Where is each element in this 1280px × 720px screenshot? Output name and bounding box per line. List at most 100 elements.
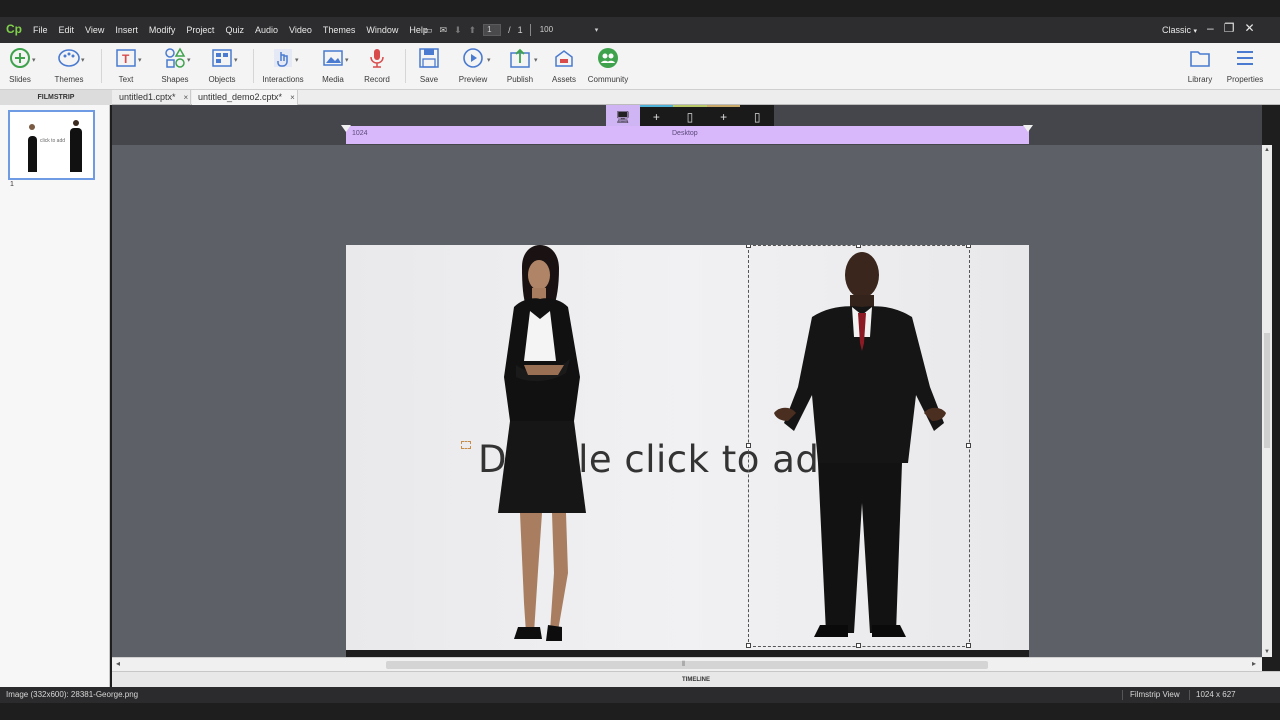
add-breakpoint-icon[interactable]: + — [639, 105, 674, 126]
chevron-down-icon: ▾ — [487, 57, 491, 64]
status-object-info: Image (332x600): 28381-George.png — [6, 690, 139, 699]
tab-label: untitled1.cptx* — [119, 92, 176, 102]
chevron-down-icon: ▾ — [32, 57, 36, 64]
chevron-down-icon: ▾ — [345, 57, 349, 64]
toolbar-separator — [253, 49, 254, 83]
chevron-down-icon: ▾ — [187, 57, 191, 64]
timeline-panel-toggle[interactable]: TIMELINE — [112, 671, 1280, 687]
resize-handle[interactable] — [966, 245, 971, 248]
menu-audio[interactable]: Audio — [255, 25, 278, 35]
community-button[interactable]: Community — [580, 47, 636, 84]
status-project-size: 1024 x 627 — [1196, 690, 1236, 699]
status-view-mode: Filmstrip View — [1130, 690, 1180, 699]
close-icon[interactable]: × — [184, 93, 189, 102]
arrow-up-icon[interactable]: ⬆ — [469, 25, 477, 36]
minimize-icon[interactable]: – — [1207, 21, 1214, 35]
properties-label: Properties — [1226, 75, 1264, 84]
resize-handle[interactable] — [856, 245, 861, 248]
chevron-down-icon: ▾ — [1193, 28, 1198, 35]
slide-canvas[interactable]: Double click to add — [346, 245, 1029, 657]
maximize-icon[interactable]: ❐ — [1224, 21, 1235, 35]
status-separator — [1122, 690, 1123, 700]
thumb-text: click to add — [40, 138, 66, 144]
arrow-down-icon[interactable]: ⬇ — [454, 25, 462, 36]
mail-icon[interactable]: ✉ — [440, 25, 448, 36]
image-icon — [323, 50, 343, 66]
stage-area: 🖥 + ▯ + ▯ 1024 Desktop Double click to a… — [112, 105, 1262, 657]
mobile-view-icon[interactable]: ▯ — [740, 105, 774, 126]
breakpoint-name: Desktop — [672, 130, 698, 137]
captivate-window: Cp File Edit View Insert Modify Project … — [0, 0, 1280, 720]
scroll-thumb[interactable] — [1264, 333, 1270, 448]
interactions-button[interactable]: ▾ Interactions — [255, 47, 311, 84]
scroll-right-icon[interactable]: ▸ — [1252, 659, 1256, 668]
assets-icon — [555, 50, 573, 67]
text-button[interactable]: T ▾ Text — [98, 47, 154, 84]
menu-bar: Cp File Edit View Insert Modify Project … — [0, 17, 1280, 43]
objects-button[interactable]: ▾ Objects — [194, 47, 250, 84]
microphone-icon — [370, 49, 384, 68]
close-icon[interactable]: ✕ — [1244, 21, 1254, 35]
menu-window[interactable]: Window — [366, 25, 398, 35]
slide-view-icon[interactable]: ▭ — [424, 25, 433, 36]
menu-insert[interactable]: Insert — [115, 25, 138, 35]
menu-view[interactable]: View — [85, 25, 104, 35]
resize-handle[interactable] — [856, 643, 861, 648]
app-logo: Cp — [6, 22, 22, 36]
menu-project[interactable]: Project — [186, 25, 214, 35]
save-icon — [419, 48, 439, 68]
interactions-label: Interactions — [262, 75, 304, 84]
menu-video[interactable]: Video — [289, 25, 312, 35]
tab-label: untitled_demo2.cptx* — [198, 92, 283, 102]
resize-handle[interactable] — [746, 443, 751, 448]
breakpoint-handle-left[interactable] — [341, 125, 351, 132]
menu-edit[interactable]: Edit — [59, 25, 75, 35]
chevron-down-icon[interactable]: ▾ — [595, 26, 599, 34]
resize-handle[interactable] — [746, 643, 751, 648]
desktop-view-icon[interactable]: 🖥 — [606, 105, 640, 126]
tab-untitled1[interactable]: untitled1.cptx* × — [113, 90, 191, 105]
slide-number: 1 — [10, 181, 14, 188]
resize-handle[interactable] — [746, 245, 751, 248]
workspace-mode-label: Classic — [1162, 25, 1192, 35]
total-slides: 1 — [517, 25, 523, 35]
device-bar: 🖥 + ▯ + ▯ — [606, 105, 774, 126]
tablet-view-icon[interactable]: ▯ — [673, 105, 707, 126]
text-label: Text — [118, 75, 134, 84]
add-breakpoint-icon[interactable]: + — [706, 105, 741, 126]
menu-modify[interactable]: Modify — [149, 25, 176, 35]
resize-handle[interactable] — [966, 643, 971, 648]
themes-button[interactable]: ▾ Themes — [41, 47, 97, 84]
menu-file[interactable]: File — [33, 25, 48, 35]
close-icon[interactable]: × — [290, 93, 295, 102]
workspace-mode-select[interactable]: Classic ▾ — [1162, 25, 1197, 35]
tab-untitled-demo2[interactable]: untitled_demo2.cptx* × — [192, 90, 298, 105]
scroll-thumb[interactable]: ⦀ — [386, 661, 988, 669]
separator — [529, 24, 531, 36]
play-icon — [463, 48, 483, 68]
breakpoint-ruler[interactable]: 1024 Desktop — [341, 125, 1033, 144]
breakpoint-handle-right[interactable] — [1023, 125, 1033, 132]
record-button[interactable]: Record — [349, 47, 405, 84]
resize-handle[interactable] — [966, 443, 971, 448]
properties-button[interactable]: Properties — [1217, 47, 1273, 84]
grip-icon: ⦀ — [682, 661, 686, 668]
zoom-select[interactable]: 100 — [538, 24, 588, 36]
status-bar: Image (332x600): 28381-George.png Filmst… — [0, 687, 1280, 703]
folder-icon — [1190, 51, 1210, 67]
woman-image[interactable] — [476, 245, 606, 650]
selection-box[interactable] — [746, 245, 971, 648]
window-controls: – ❐ ✕ — [1207, 21, 1255, 35]
scroll-up-icon[interactable]: ▲ — [1264, 147, 1270, 153]
scroll-down-icon[interactable]: ▼ — [1264, 649, 1270, 655]
slide-thumbnail[interactable]: click to add — [8, 110, 95, 180]
menu-themes[interactable]: Themes — [323, 25, 356, 35]
vertical-scrollbar[interactable]: ▲ ▼ — [1262, 145, 1272, 657]
current-slide-input[interactable]: 1 — [483, 24, 502, 36]
thumb-head — [29, 124, 35, 130]
properties-icon — [1237, 51, 1253, 65]
menu-list: File Edit View Insert Modify Project Qui… — [33, 17, 439, 43]
menu-quiz[interactable]: Quiz — [225, 25, 244, 35]
scroll-left-icon[interactable]: ◂ — [116, 659, 120, 668]
horizontal-scrollbar[interactable]: ◂ ⦀ ▸ — [112, 657, 1262, 671]
